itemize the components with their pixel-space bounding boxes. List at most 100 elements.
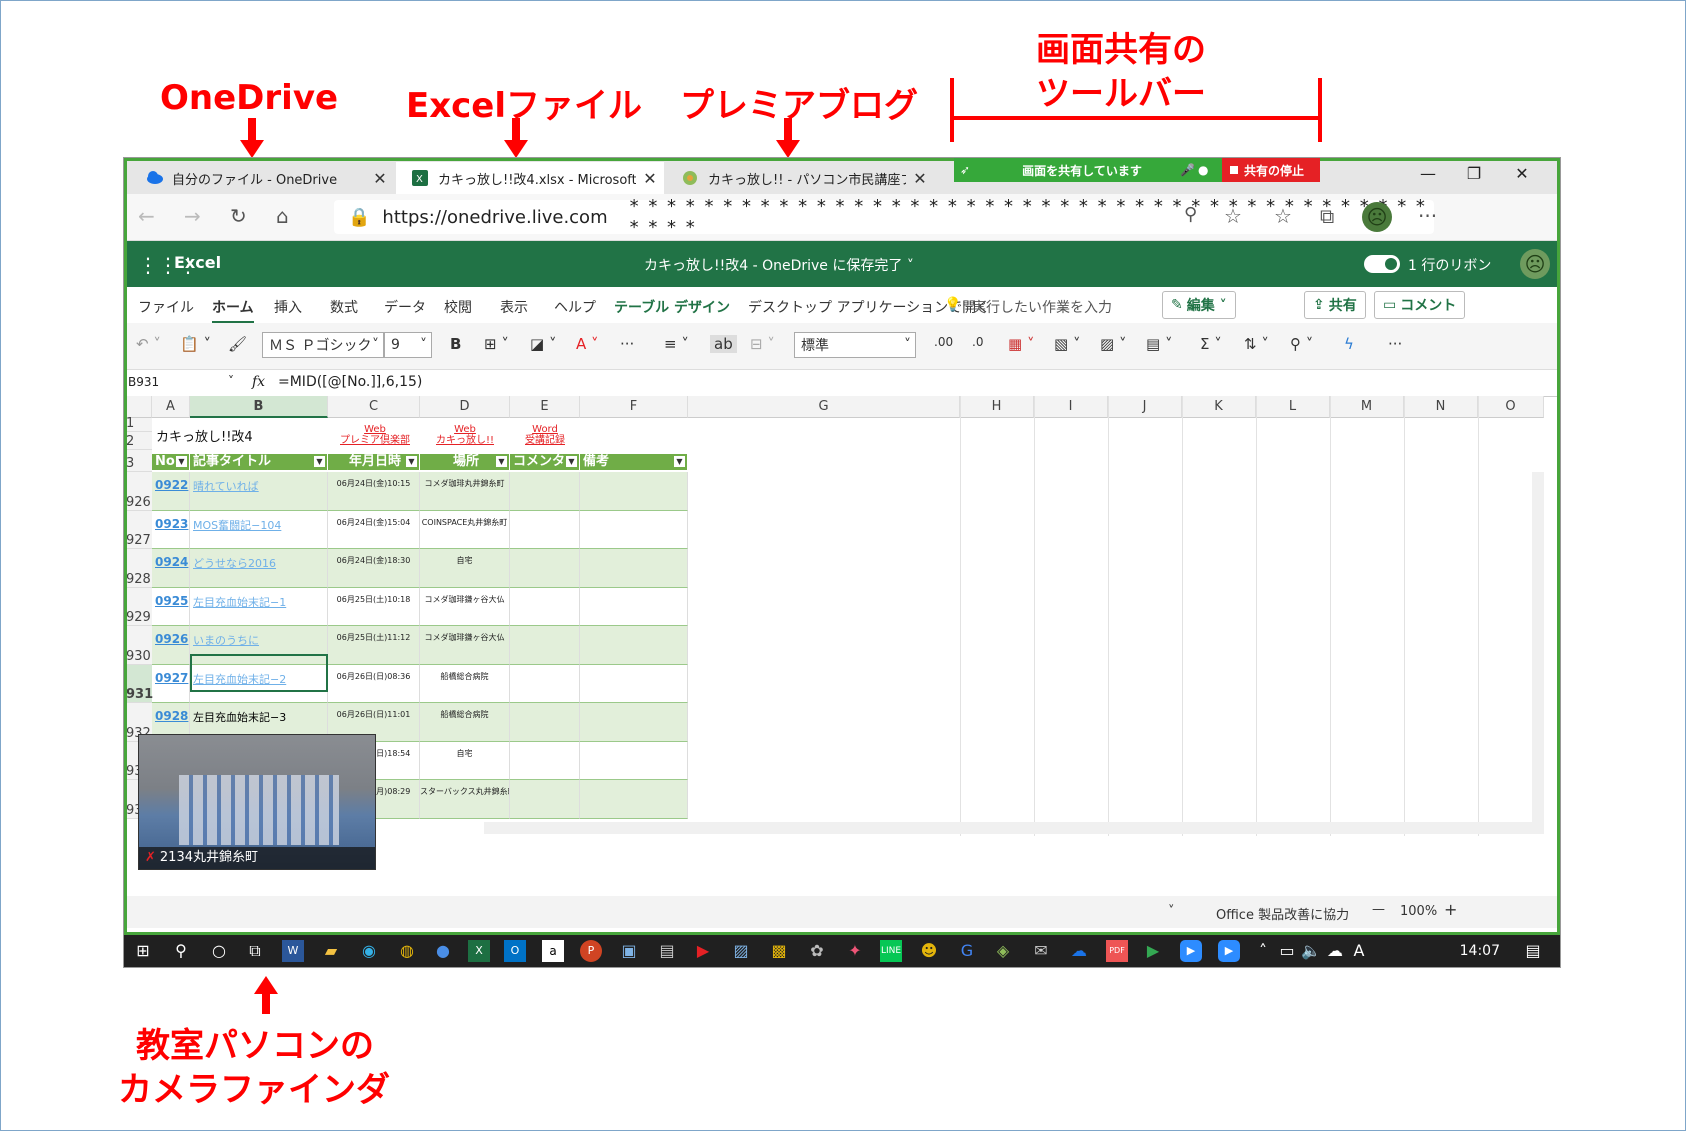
column-header[interactable]: J bbox=[1108, 396, 1182, 418]
cell-place[interactable]: 船橋総合病院 bbox=[420, 703, 510, 742]
table-header-commenter[interactable]: コメンター ▼ bbox=[510, 454, 580, 470]
cloud-icon[interactable]: ☁ bbox=[1324, 940, 1346, 962]
line-icon[interactable]: LINE bbox=[880, 940, 902, 962]
battery-icon[interactable]: ▭ bbox=[1276, 940, 1298, 962]
pin-icon[interactable]: ➶ bbox=[960, 163, 984, 177]
back-icon[interactable]: ← bbox=[138, 204, 155, 228]
selected-cell[interactable] bbox=[190, 654, 328, 692]
fx-label[interactable]: fx bbox=[252, 374, 265, 390]
insert-cells-icon[interactable]: ▤ ˅ bbox=[1146, 335, 1172, 353]
cell-commenter[interactable] bbox=[510, 510, 580, 549]
column-header[interactable]: L bbox=[1256, 396, 1330, 418]
close-window-button[interactable]: ✕ bbox=[1502, 164, 1542, 183]
cell-no[interactable]: 0926 bbox=[152, 626, 190, 665]
chevron-up-icon[interactable]: ˄ bbox=[1252, 940, 1274, 962]
cell-place[interactable]: コメダ珈琲鎌ヶ谷大仏 bbox=[420, 587, 510, 626]
vertical-scrollbar[interactable] bbox=[1532, 472, 1544, 822]
cell-commenter[interactable] bbox=[510, 626, 580, 665]
cell-date[interactable]: 06月24日(金)15:04 bbox=[328, 510, 420, 549]
cell-no[interactable]: 0922 bbox=[152, 472, 190, 511]
row-header[interactable]: 2 bbox=[124, 432, 152, 450]
row-header[interactable]: 928 bbox=[124, 549, 152, 588]
cell-place[interactable]: コメダ珈琲鎌ヶ谷大仏 bbox=[420, 626, 510, 665]
cell-title[interactable]: どうせなら2016 bbox=[190, 549, 328, 588]
cell-notes[interactable] bbox=[580, 549, 688, 588]
row-header[interactable]: 3 bbox=[124, 450, 152, 472]
chrome-icon[interactable]: ◍ bbox=[396, 940, 418, 962]
cell-commenter[interactable] bbox=[510, 472, 580, 511]
google-icon[interactable]: G bbox=[956, 940, 978, 962]
clock[interactable]: 14:07 bbox=[1460, 943, 1500, 959]
table-header-notes[interactable]: 備考 ▼ bbox=[580, 454, 688, 470]
cell-notes[interactable] bbox=[580, 472, 688, 511]
table-header-no[interactable]: No ▼ bbox=[152, 454, 190, 470]
row-header[interactable]: 931 bbox=[124, 664, 153, 703]
chevron-down-icon[interactable]: ˅ bbox=[1168, 904, 1175, 919]
cell-notes[interactable] bbox=[580, 664, 688, 703]
cell-title[interactable]: 左目充血始末記−1 bbox=[190, 587, 328, 626]
edge-icon[interactable]: ◉ bbox=[358, 940, 380, 962]
font-size-select[interactable]: 9 ˅ bbox=[384, 332, 432, 358]
ideas-icon[interactable]: ϟ bbox=[1344, 335, 1354, 353]
word-icon[interactable]: W bbox=[282, 940, 304, 962]
cell-notes[interactable] bbox=[580, 703, 688, 742]
column-header[interactable]: N bbox=[1404, 396, 1478, 418]
minimize-button[interactable]: — bbox=[1408, 164, 1448, 183]
cell-commenter[interactable] bbox=[510, 587, 580, 626]
column-header[interactable]: G bbox=[688, 396, 960, 418]
tab-view[interactable]: 表示 bbox=[500, 297, 528, 317]
search-icon[interactable]: ⚲ bbox=[170, 940, 192, 962]
borders-icon[interactable]: ⊞ ˅ bbox=[484, 335, 509, 353]
home-icon[interactable]: ⌂ bbox=[276, 204, 289, 228]
undo-icon[interactable]: ↶ ˅ bbox=[136, 335, 161, 353]
share-button[interactable]: ⇪ 共有 bbox=[1304, 291, 1366, 319]
notification-icon[interactable]: ▤ bbox=[1522, 940, 1544, 962]
cell-notes[interactable] bbox=[580, 626, 688, 665]
close-icon[interactable]: ✕ bbox=[366, 169, 394, 188]
merge-icon[interactable]: ⊟ ˅ bbox=[750, 335, 775, 353]
app-icon[interactable]: ◈ bbox=[992, 940, 1014, 962]
formula-input[interactable]: =MID([@[No.]],6,15) bbox=[278, 374, 422, 390]
more-icon[interactable]: ··· bbox=[1388, 335, 1402, 353]
volume-icon[interactable]: 🔈 bbox=[1300, 940, 1322, 962]
app-icon[interactable]: ▤ bbox=[656, 940, 678, 962]
table-header-place[interactable]: 場所 ▼ bbox=[420, 454, 510, 470]
zoom-app-icon[interactable]: ▶ bbox=[1218, 940, 1240, 962]
ime-indicator[interactable]: A bbox=[1348, 940, 1370, 962]
cell-title[interactable]: MOS奮闘記−104 bbox=[190, 510, 328, 549]
single-line-ribbon-toggle[interactable] bbox=[1364, 255, 1400, 273]
decrease-decimal-icon[interactable]: .0 bbox=[972, 335, 983, 349]
horizontal-scrollbar[interactable] bbox=[484, 822, 1544, 834]
tab-table-design[interactable]: テーブル デザイン bbox=[614, 297, 730, 317]
autosum-icon[interactable]: Σ ˅ bbox=[1200, 335, 1222, 353]
app-icon[interactable]: ✦ bbox=[844, 940, 866, 962]
paste-icon[interactable]: 📋 ˅ bbox=[180, 335, 211, 353]
close-icon[interactable]: ✕ bbox=[906, 169, 934, 188]
tab-onedrive[interactable]: 自分のファイル - OneDrive ✕ bbox=[130, 162, 394, 194]
user-avatar[interactable]: ☹ bbox=[1520, 249, 1550, 279]
row-header[interactable]: 927 bbox=[124, 510, 152, 549]
cell-place[interactable]: スターバックス丸井錦糸町 bbox=[420, 780, 510, 819]
font-name-select[interactable]: ＭＳ Ｐゴシック ˅ bbox=[262, 332, 384, 358]
row-header[interactable]: 929 bbox=[124, 587, 152, 626]
zoom-level[interactable]: 100% bbox=[1400, 904, 1437, 919]
app-name[interactable]: Excel bbox=[174, 253, 221, 272]
row-header[interactable]: 926 bbox=[124, 472, 152, 511]
bold-icon[interactable]: B bbox=[450, 335, 461, 353]
header-link-premia[interactable]: Web プレミア倶楽部 bbox=[334, 424, 416, 446]
cell-commenter[interactable] bbox=[510, 741, 580, 780]
cell-no[interactable]: 0927 bbox=[152, 664, 190, 703]
cell-place[interactable]: コメダ珈琲丸井錦糸町 bbox=[420, 472, 510, 511]
column-header[interactable]: C bbox=[328, 396, 420, 418]
chevron-down-icon[interactable]: ˅ bbox=[228, 374, 234, 388]
cell-styles-icon[interactable]: ▨ ˅ bbox=[1100, 335, 1126, 353]
column-header[interactable]: B bbox=[190, 396, 328, 418]
cell-notes[interactable] bbox=[580, 741, 688, 780]
more-icon[interactable]: ··· bbox=[620, 335, 634, 353]
tab-blog[interactable]: カキっ放し!! - パソコン市民講座プレミア倶楽部 ✕ bbox=[666, 162, 934, 194]
cell-date[interactable]: 06月24日(金)10:15 bbox=[328, 472, 420, 511]
mic-icon[interactable]: 🎤 bbox=[1180, 163, 1198, 177]
outlook-icon[interactable]: O bbox=[504, 940, 526, 962]
profile-avatar[interactable]: ☹ bbox=[1362, 202, 1392, 232]
forward-icon[interactable]: → bbox=[184, 204, 201, 228]
